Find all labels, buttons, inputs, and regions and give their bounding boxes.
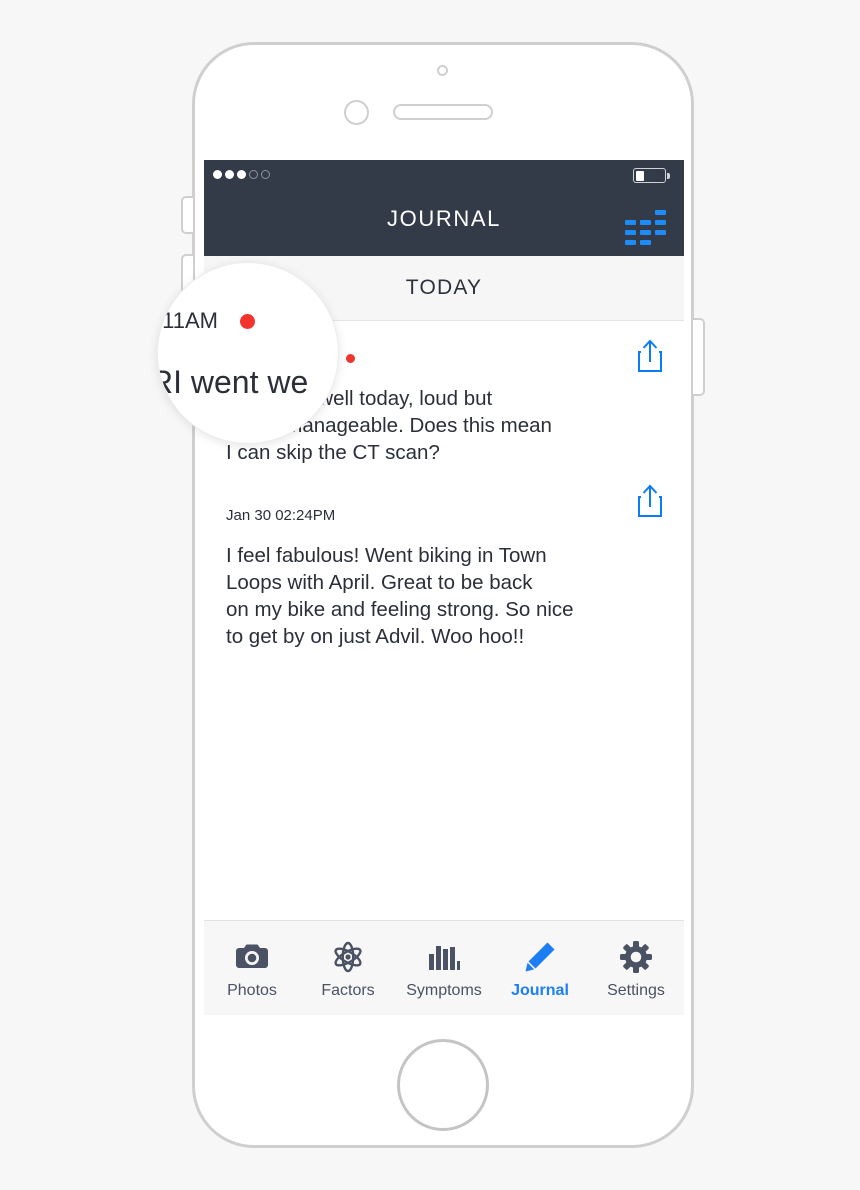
tab-label: Factors bbox=[321, 981, 375, 999]
tab-settings[interactable]: Settings bbox=[588, 921, 684, 1015]
power-button[interactable] bbox=[693, 318, 705, 396]
front-camera-icon bbox=[344, 100, 369, 125]
tab-photos[interactable]: Photos bbox=[204, 921, 300, 1015]
pencil-icon bbox=[520, 941, 560, 973]
signal-strength-icon bbox=[213, 170, 270, 179]
magnified-flag-dot bbox=[240, 314, 255, 329]
journal-entry[interactable]: Jan 30 02:24PM I feel fabulous! Went bik… bbox=[204, 466, 684, 650]
bar-chart-icon bbox=[424, 941, 464, 973]
entry-flag-dot bbox=[346, 353, 356, 363]
tab-label: Journal bbox=[511, 981, 569, 999]
mute-switch[interactable] bbox=[181, 196, 193, 234]
share-icon[interactable] bbox=[636, 339, 664, 373]
tab-label: Photos bbox=[227, 981, 277, 999]
magnified-timestamp: :11AM bbox=[157, 308, 218, 333]
home-button[interactable] bbox=[397, 1039, 489, 1131]
entry-body-text: I feel fabulous! Went biking in Town Loo… bbox=[226, 544, 574, 648]
section-header-label: TODAY bbox=[405, 276, 483, 299]
navigation-bar: JOURNAL bbox=[204, 190, 684, 256]
share-icon[interactable] bbox=[636, 484, 664, 518]
camera-icon bbox=[232, 941, 272, 973]
entry-meta: Jan 30 02:24PM bbox=[226, 504, 662, 526]
tab-factors[interactable]: Factors bbox=[300, 921, 396, 1015]
tab-symptoms[interactable]: Symptoms bbox=[396, 921, 492, 1015]
earpiece-speaker bbox=[393, 104, 493, 120]
tab-label: Settings bbox=[607, 981, 665, 999]
magnifier-loupe: :11AM RI went we bbox=[157, 262, 339, 444]
gear-icon bbox=[616, 940, 656, 973]
chart-bars-icon[interactable] bbox=[624, 210, 670, 245]
status-bar bbox=[204, 160, 684, 190]
battery-icon bbox=[633, 168, 670, 183]
proximity-sensor-icon bbox=[437, 65, 448, 76]
atom-icon bbox=[328, 941, 368, 973]
magnified-entry-text: RI went we bbox=[157, 364, 309, 400]
tab-label: Symptoms bbox=[406, 981, 482, 999]
entry-timestamp: Jan 30 02:24PM bbox=[226, 506, 336, 524]
tab-bar: Photos Factors Symptoms Journal Settings bbox=[204, 920, 684, 1015]
tab-journal[interactable]: Journal bbox=[492, 921, 588, 1015]
page-title: JOURNAL bbox=[387, 206, 501, 231]
